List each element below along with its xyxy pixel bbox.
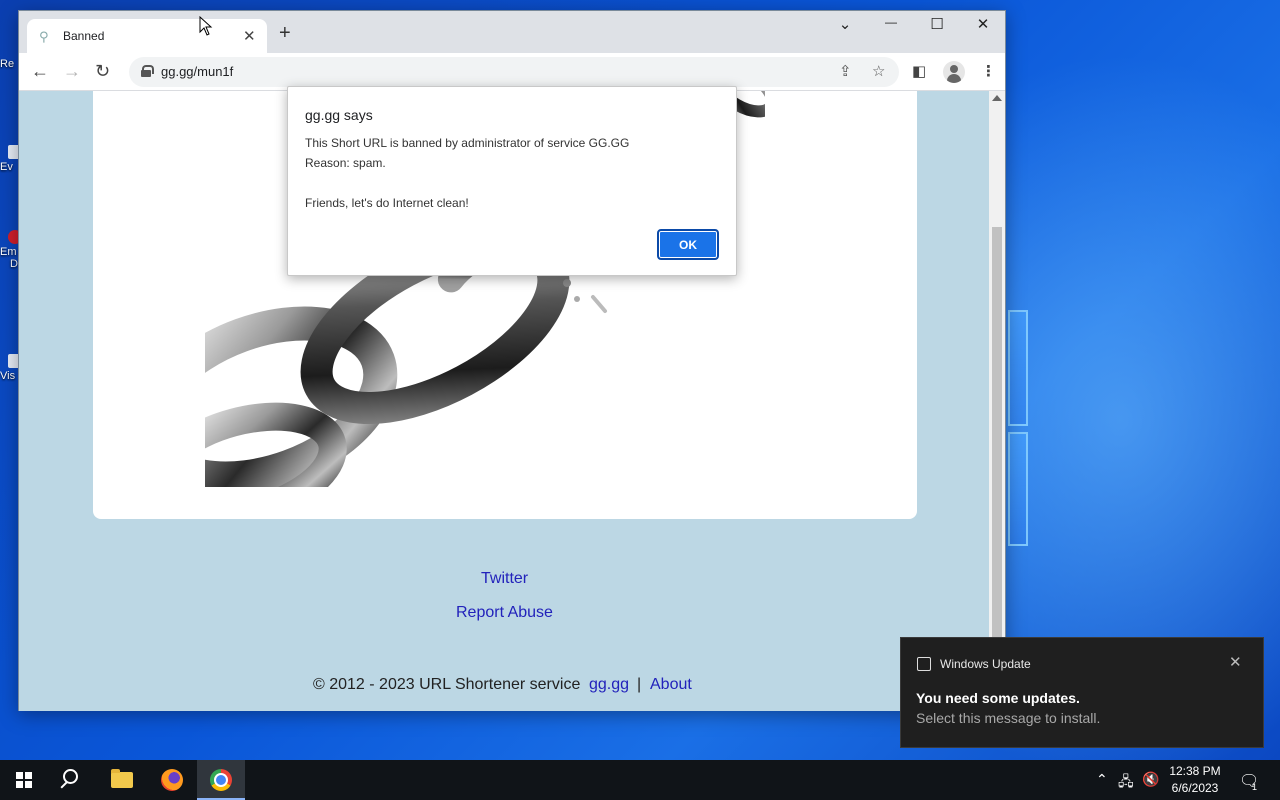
desktop-icon-label: Vis xyxy=(0,370,16,382)
close-window-button[interactable]: ✕ xyxy=(960,15,1006,33)
reload-icon[interactable]: ↻ xyxy=(95,61,110,81)
tab-search-icon[interactable]: ⌄ xyxy=(822,15,868,33)
more-menu-icon[interactable]: ⋮ xyxy=(981,62,996,80)
scroll-up-arrow-icon[interactable] xyxy=(992,95,1002,101)
volume-muted-icon[interactable]: 🔇 xyxy=(1142,771,1159,788)
clock-date: 6/6/2023 xyxy=(1171,781,1219,795)
notification-body: Select this message to install. xyxy=(916,710,1101,726)
update-icon xyxy=(917,657,931,671)
search-button[interactable] xyxy=(48,760,96,800)
minimize-button[interactable]: — xyxy=(868,15,914,29)
back-arrow-icon[interactable]: ← xyxy=(31,61,49,81)
notification-app-name: Windows Update xyxy=(940,657,1031,671)
desktop-icon[interactable]: Re xyxy=(0,58,20,70)
desktop-icon-label: Em xyxy=(0,246,17,258)
desktop-icon-label: Ev xyxy=(0,161,13,173)
close-tab-icon[interactable]: ✕ xyxy=(243,27,256,45)
share-icon[interactable]: ⇪ xyxy=(839,62,852,80)
copyright-text: © 2012 - 2023 URL Shortener service xyxy=(313,676,581,693)
desktop-icon[interactable]: Ev xyxy=(0,145,20,173)
twitter-link[interactable]: Twitter xyxy=(481,570,528,588)
dialog-message-line: Friends, let's do Internet clean! xyxy=(305,196,469,210)
clock[interactable]: 12:38 PM 6/6/2023 xyxy=(1162,763,1228,797)
url-text[interactable]: gg.gg/mun1f xyxy=(161,64,233,79)
firefox-button[interactable] xyxy=(148,760,196,800)
ok-button[interactable]: OK xyxy=(657,229,719,260)
desktop-icon-label: Re xyxy=(0,58,15,70)
taskbar: ⌃ 🖧 🔇 12:38 PM 6/6/2023 🗨 1 xyxy=(0,760,1280,800)
tab-title: Banned xyxy=(63,29,105,43)
about-link[interactable]: About xyxy=(650,676,692,694)
firefox-icon xyxy=(161,769,183,791)
notification-count-badge: 1 xyxy=(1252,782,1258,792)
bookmark-star-icon[interactable]: ☆ xyxy=(872,62,885,80)
windows-start-icon xyxy=(16,772,32,788)
clock-time: 12:38 PM xyxy=(1169,764,1221,778)
tab-strip: ⚲ Banned ✕ + ⌄ — ☐ ✕ xyxy=(19,11,1005,53)
lock-icon[interactable] xyxy=(141,65,154,77)
windows-logo-pane-bottom xyxy=(1008,432,1028,546)
folder-icon xyxy=(111,769,133,788)
tab-banned[interactable]: ⚲ Banned ✕ xyxy=(27,19,267,53)
new-tab-button[interactable]: + xyxy=(279,23,291,43)
desktop-icon[interactable]: Vis xyxy=(0,354,20,382)
profile-avatar-icon[interactable] xyxy=(943,61,965,83)
dialog-message-line: This Short URL is banned by administrato… xyxy=(305,136,630,150)
alert-dialog: gg.gg says This Short URL is banned by a… xyxy=(287,86,737,276)
chevron-up-icon[interactable]: ⌃ xyxy=(1096,771,1108,788)
footer-separator: | xyxy=(637,676,642,693)
chrome-icon xyxy=(210,769,232,791)
site-link[interactable]: gg.gg xyxy=(589,676,629,694)
windows-update-notification[interactable]: Windows Update ✕ You need some updates. … xyxy=(900,637,1264,748)
report-abuse-link[interactable]: Report Abuse xyxy=(456,604,553,622)
forward-arrow-icon[interactable]: → xyxy=(63,61,81,81)
page-scrollbar[interactable] xyxy=(989,91,1005,711)
address-bar[interactable]: gg.gg/mun1f ⇪ ☆ xyxy=(129,57,899,87)
chrome-button[interactable] xyxy=(197,760,245,800)
network-icon[interactable]: 🖧 xyxy=(1118,771,1134,795)
link-favicon-icon: ⚲ xyxy=(39,29,49,44)
maximize-button[interactable]: ☐ xyxy=(914,15,960,33)
dialog-title: gg.gg says xyxy=(305,107,373,123)
close-icon[interactable]: ✕ xyxy=(1229,653,1242,671)
mouse-pointer-icon xyxy=(199,16,213,36)
desktop-icon[interactable]: Em D xyxy=(0,230,20,270)
windows-logo-pane-top xyxy=(1008,310,1028,426)
dialog-message-line: Reason: spam. xyxy=(305,156,386,170)
side-panel-icon[interactable]: ◧ xyxy=(912,62,926,80)
file-explorer-button[interactable] xyxy=(98,760,146,800)
start-button[interactable] xyxy=(0,760,48,800)
desktop-icon-label: D xyxy=(10,258,18,270)
notification-title: You need some updates. xyxy=(916,690,1080,706)
